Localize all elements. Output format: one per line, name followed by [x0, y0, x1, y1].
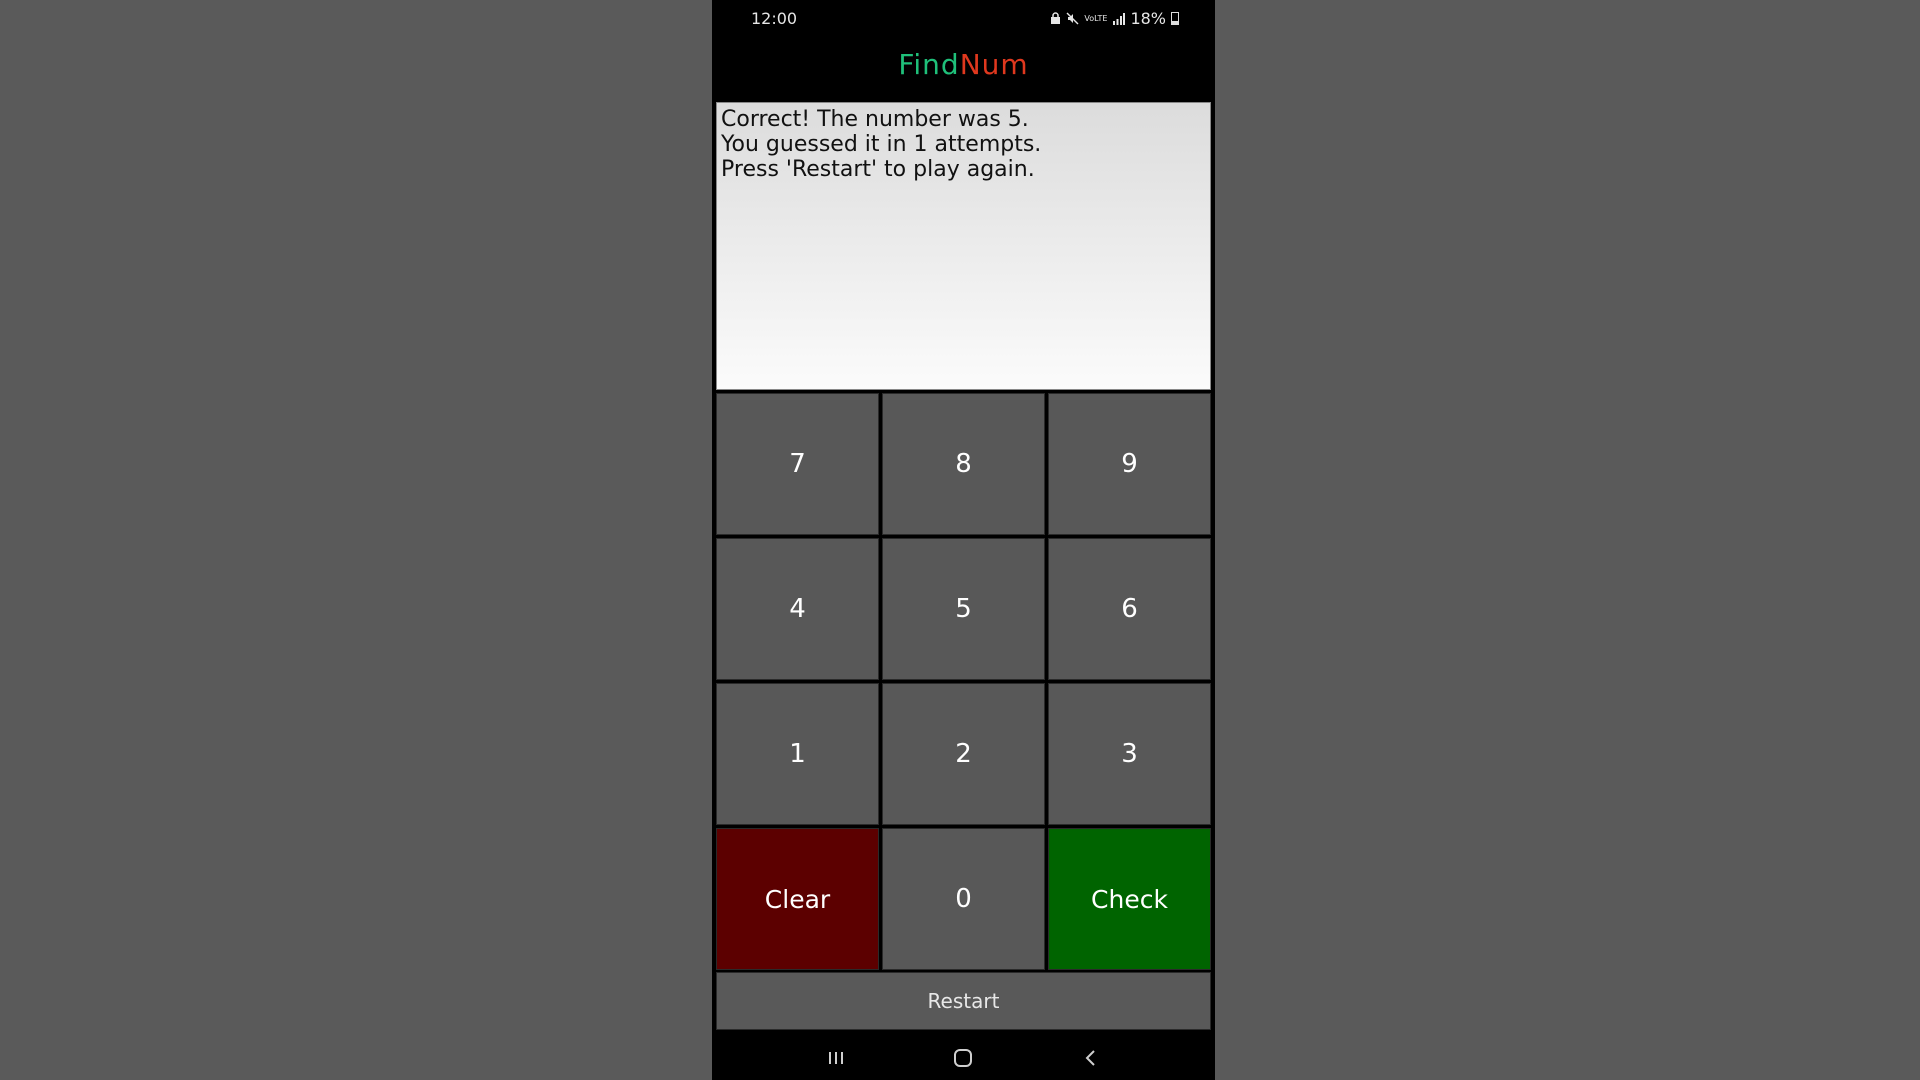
system-nav-bar	[712, 1036, 1215, 1080]
signal-icon	[1113, 12, 1126, 25]
restart-button[interactable]: Restart	[716, 972, 1211, 1030]
recent-apps-button[interactable]	[816, 1042, 856, 1074]
app-title: FindNum	[712, 48, 1215, 81]
status-bar: 12:00 VoLTE 18%	[712, 0, 1215, 38]
key-6[interactable]: 6	[1048, 538, 1211, 680]
home-button[interactable]	[943, 1042, 983, 1074]
phone-screen: 12:00 VoLTE 18% FindNum Correct! The num	[712, 0, 1215, 1080]
key-3[interactable]: 3	[1048, 683, 1211, 825]
keypad: 7 8 9 4 5 6 1 2 3 Clear 0 Check	[716, 393, 1211, 970]
lock-icon	[1051, 12, 1061, 24]
back-button[interactable]	[1071, 1042, 1111, 1074]
key-9[interactable]: 9	[1048, 393, 1211, 535]
status-time: 12:00	[751, 9, 798, 28]
key-2[interactable]: 2	[882, 683, 1045, 825]
battery-icon	[1171, 12, 1179, 25]
mute-icon	[1066, 12, 1079, 25]
status-icons: VoLTE 18%	[1050, 9, 1179, 28]
key-5[interactable]: 5	[882, 538, 1045, 680]
battery-percent: 18%	[1130, 9, 1166, 28]
key-0[interactable]: 0	[882, 828, 1045, 970]
app-title-num: Num	[959, 48, 1029, 81]
key-7[interactable]: 7	[716, 393, 879, 535]
back-icon	[1085, 1050, 1095, 1066]
message-display: Correct! The number was 5. You guessed i…	[716, 102, 1211, 390]
key-1[interactable]: 1	[716, 683, 879, 825]
home-icon	[954, 1049, 973, 1067]
app-title-find: Find	[898, 48, 960, 81]
key-8[interactable]: 8	[882, 393, 1045, 535]
volte-label: VoLTE	[1084, 13, 1108, 23]
key-4[interactable]: 4	[716, 538, 879, 680]
check-button[interactable]: Check	[1048, 828, 1211, 970]
clear-button[interactable]: Clear	[716, 828, 879, 970]
recent-apps-icon	[828, 1052, 843, 1064]
